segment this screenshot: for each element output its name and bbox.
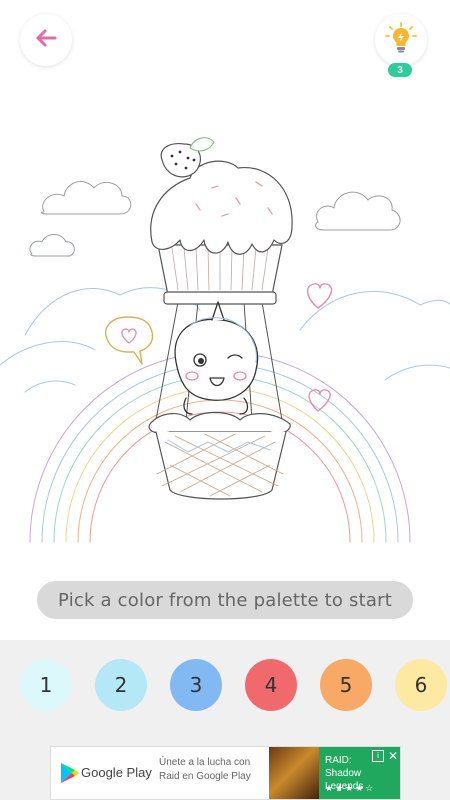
ad-game-image — [269, 747, 319, 799]
google-play-icon — [59, 762, 79, 789]
ad-banner[interactable]: Google Play Únete a la lucha con Raid en… — [50, 746, 401, 800]
palette-color-1[interactable]: 1 — [20, 659, 72, 711]
palette-color-2[interactable]: 2 — [95, 659, 147, 711]
cloud-outline — [29, 234, 75, 257]
ad-message: Únete a la lucha con Raid en Google Play — [159, 757, 251, 782]
palette-color-6[interactable]: 6 — [395, 659, 447, 711]
palette-color-3[interactable]: 3 — [170, 659, 222, 711]
hill-outline — [0, 341, 96, 366]
hint-button[interactable] — [375, 14, 427, 66]
palette-color-4[interactable]: 4 — [245, 659, 297, 711]
arrow-left-icon — [31, 23, 61, 58]
palette-color-5[interactable]: 5 — [320, 659, 372, 711]
ad-info-icon[interactable]: i — [372, 750, 384, 762]
ad-app-panel[interactable]: RAID: Shadow Legends ★★★★☆ i ✕ — [319, 747, 400, 799]
back-button[interactable] — [20, 14, 72, 66]
ad-rating-stars: ★★★★☆ — [325, 783, 376, 793]
instruction-banner: Pick a color from the palette to start — [37, 581, 413, 619]
cup-band — [163, 291, 277, 305]
unicorn-head-outline — [174, 318, 259, 401]
leaf-outline — [189, 137, 215, 152]
coloring-canvas[interactable] — [0, 130, 450, 545]
hill-outline — [299, 290, 450, 331]
lightbulb-icon — [384, 21, 418, 60]
heart-outline — [308, 389, 331, 412]
cloud-outline — [40, 181, 132, 215]
google-play-label: Google Play — [81, 765, 152, 780]
hill-outline — [24, 380, 76, 393]
heart-outline — [121, 328, 137, 344]
ad-close-icon[interactable]: ✕ — [386, 749, 400, 763]
cloud-outline — [315, 191, 401, 231]
ice-cream-scoop-outline — [150, 160, 293, 255]
hint-count-badge: 3 — [388, 63, 412, 77]
hill-outline — [384, 364, 450, 381]
speech-bubble-outline — [104, 316, 154, 365]
basket-rim — [148, 411, 291, 434]
